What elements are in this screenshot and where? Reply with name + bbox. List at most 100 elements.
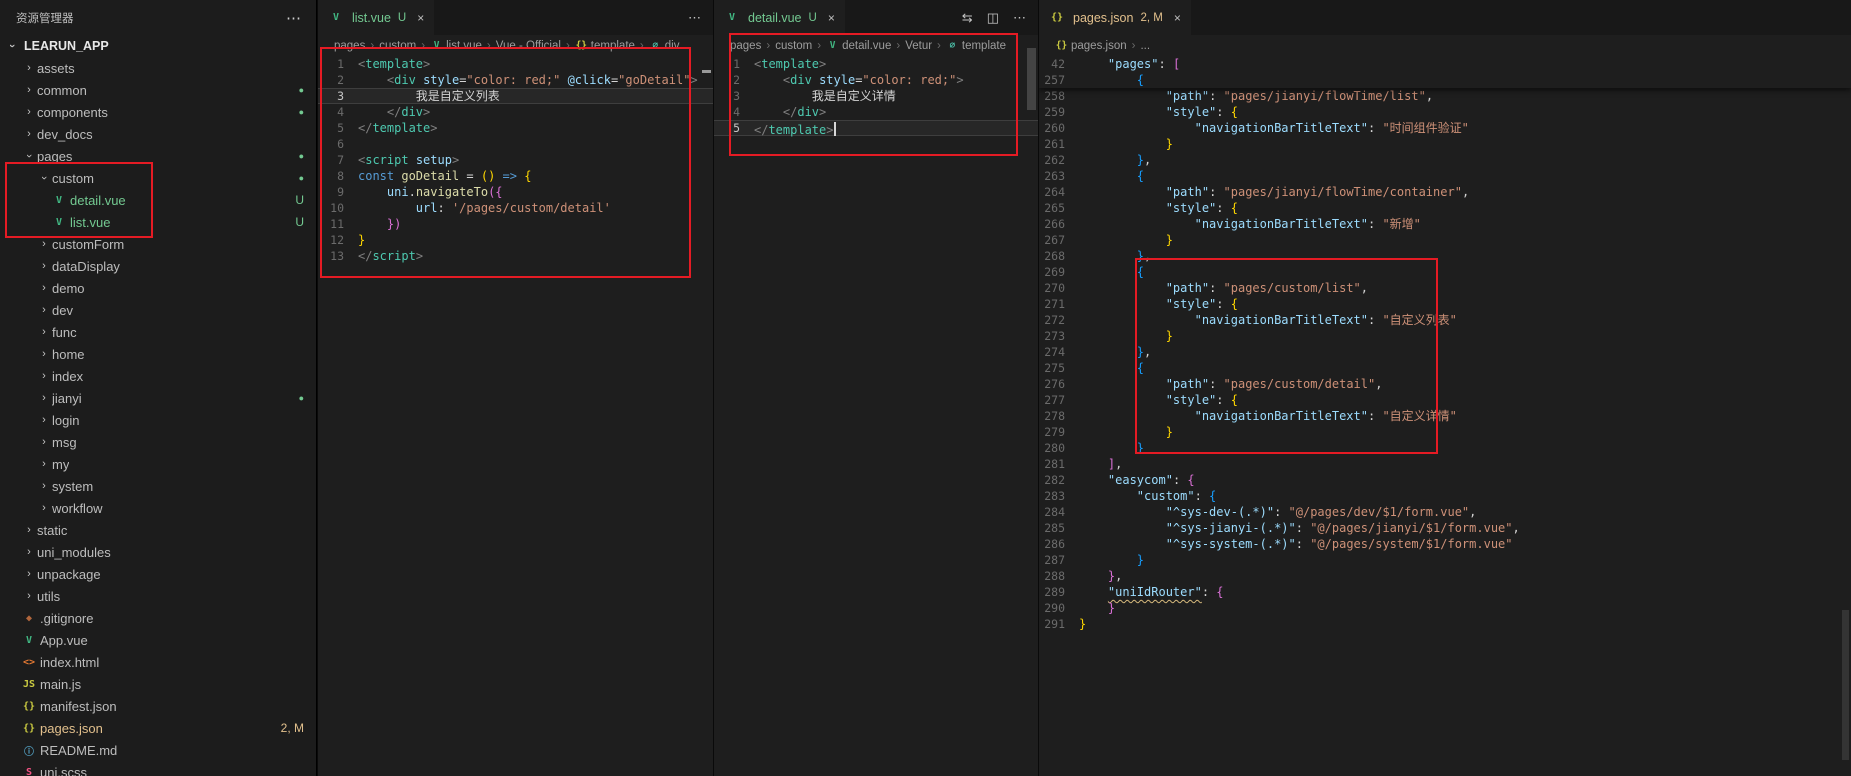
code-line-9[interactable]: 9 uni.navigateTo({ xyxy=(318,184,713,200)
tree-folder-static[interactable]: ›static xyxy=(0,519,316,541)
scrollbar-thumb[interactable] xyxy=(1842,610,1849,760)
code-line-279[interactable]: 279 } xyxy=(1039,424,1851,440)
code-line-258[interactable]: 258 "path": "pages/jianyi/flowTime/list"… xyxy=(1039,88,1851,104)
code-line-281[interactable]: 281 ], xyxy=(1039,456,1851,472)
close-icon[interactable]: × xyxy=(828,11,835,25)
tree-folder-unpackage[interactable]: ›unpackage xyxy=(0,563,316,585)
code-line-4[interactable]: 4 </div> xyxy=(714,104,1038,120)
code-line-280[interactable]: 280 } xyxy=(1039,440,1851,456)
tree-file-main.js[interactable]: JSmain.js xyxy=(0,673,316,695)
code-line-42[interactable]: 42 "pages": [ xyxy=(1039,56,1851,72)
code-line-264[interactable]: 264 "path": "pages/jianyi/flowTime/conta… xyxy=(1039,184,1851,200)
tab-pages.json[interactable]: {}pages.json2, M× xyxy=(1039,0,1191,35)
tree-folder-uni_modules[interactable]: ›uni_modules xyxy=(0,541,316,563)
code-line-11[interactable]: 11 }) xyxy=(318,216,713,232)
open-changes-icon[interactable]: ⇆ xyxy=(962,10,973,26)
code-line-291[interactable]: 291} xyxy=(1039,616,1851,632)
tab-detail.vue[interactable]: Vdetail.vueU× xyxy=(714,0,845,35)
breadcrumb-item[interactable]: Vue - Official xyxy=(496,40,561,52)
code-line-277[interactable]: 277 "style": { xyxy=(1039,392,1851,408)
tree-folder-workflow[interactable]: ›workflow xyxy=(0,497,316,519)
tree-folder-login[interactable]: ›login xyxy=(0,409,316,431)
code-line-285[interactable]: 285 "^sys-jianyi-(.*)": "@/pages/jianyi/… xyxy=(1039,520,1851,536)
code-line-257[interactable]: 257 { xyxy=(1039,72,1851,88)
tree-file-uni.scss[interactable]: Suni.scss xyxy=(0,761,316,776)
code-line-290[interactable]: 290 } xyxy=(1039,600,1851,616)
code-line-278[interactable]: 278 "navigationBarTitleText": "自定义详情" xyxy=(1039,408,1851,424)
code-line-262[interactable]: 262 }, xyxy=(1039,152,1851,168)
breadcrumb-item[interactable]: custom xyxy=(379,40,416,52)
breadcrumb-item[interactable]: {}template xyxy=(575,40,635,52)
code-line-5[interactable]: 5</template> xyxy=(318,120,713,136)
tree-folder-dev_docs[interactable]: ›dev_docs xyxy=(0,123,316,145)
breadcrumb-item[interactable]: custom xyxy=(775,40,812,52)
project-root-row[interactable]: › LEARUN_APP xyxy=(0,35,316,57)
code-line-3[interactable]: 3 我是自定义详情 xyxy=(714,88,1038,104)
tree-file-.gitignore[interactable]: ◆.gitignore xyxy=(0,607,316,629)
tree-folder-common[interactable]: ›common● xyxy=(0,79,316,101)
code-line-274[interactable]: 274 }, xyxy=(1039,344,1851,360)
tree-folder-demo[interactable]: ›demo xyxy=(0,277,316,299)
breadcrumb-item[interactable]: Vlist.vue xyxy=(430,40,482,52)
code-line-287[interactable]: 287 } xyxy=(1039,552,1851,568)
split-editor-icon[interactable]: ◫ xyxy=(987,10,999,26)
code-editor-detail-vue[interactable]: 1<template>2 <div style="color: red;">3 … xyxy=(714,56,1038,776)
code-line-6[interactable]: 6 xyxy=(318,136,713,152)
more-actions-icon[interactable]: ⋯ xyxy=(286,9,302,27)
breadcrumb-item[interactable]: ... xyxy=(1140,40,1150,52)
breadcrumb-item[interactable]: Vdetail.vue xyxy=(826,40,891,52)
code-line-1[interactable]: 1<template> xyxy=(714,56,1038,72)
tree-folder-my[interactable]: ›my xyxy=(0,453,316,475)
code-line-265[interactable]: 265 "style": { xyxy=(1039,200,1851,216)
tree-folder-utils[interactable]: ›utils xyxy=(0,585,316,607)
more-actions-icon[interactable]: ⋯ xyxy=(1013,10,1026,26)
code-line-8[interactable]: 8const goDetail = () => { xyxy=(318,168,713,184)
tree-file-pages.json[interactable]: {}pages.json2, M xyxy=(0,717,316,739)
code-line-266[interactable]: 266 "navigationBarTitleText": "新增" xyxy=(1039,216,1851,232)
code-line-5[interactable]: 5</template> xyxy=(714,120,1038,136)
breadcrumb-item[interactable]: pages xyxy=(334,40,365,52)
more-actions-icon[interactable]: ⋯ xyxy=(688,10,701,26)
code-line-13[interactable]: 13</script> xyxy=(318,248,713,264)
tree-file-README.md[interactable]: ⓘREADME.md xyxy=(0,739,316,761)
tree-folder-custom[interactable]: ›custom● xyxy=(0,167,316,189)
close-icon[interactable]: × xyxy=(1174,11,1181,25)
code-line-275[interactable]: 275 { xyxy=(1039,360,1851,376)
code-line-284[interactable]: 284 "^sys-dev-(.*)": "@/pages/dev/$1/for… xyxy=(1039,504,1851,520)
code-line-259[interactable]: 259 "style": { xyxy=(1039,104,1851,120)
tree-file-manifest.json[interactable]: {}manifest.json xyxy=(0,695,316,717)
tree-folder-func[interactable]: ›func xyxy=(0,321,316,343)
tree-folder-pages[interactable]: ›pages● xyxy=(0,145,316,167)
tree-folder-components[interactable]: ›components● xyxy=(0,101,316,123)
code-line-12[interactable]: 12} xyxy=(318,232,713,248)
code-editor-list-vue[interactable]: 1<template>2 <div style="color: red;" @c… xyxy=(318,56,713,776)
code-line-271[interactable]: 271 "style": { xyxy=(1039,296,1851,312)
code-line-263[interactable]: 263 { xyxy=(1039,168,1851,184)
tree-folder-home[interactable]: ›home xyxy=(0,343,316,365)
code-line-7[interactable]: 7<script setup> xyxy=(318,152,713,168)
code-line-2[interactable]: 2 <div style="color: red;"> xyxy=(714,72,1038,88)
code-line-273[interactable]: 273 } xyxy=(1039,328,1851,344)
tree-folder-assets[interactable]: ›assets xyxy=(0,57,316,79)
tree-folder-system[interactable]: ›system xyxy=(0,475,316,497)
code-line-282[interactable]: 282 "easycom": { xyxy=(1039,472,1851,488)
code-line-3[interactable]: 3 我是自定义列表 xyxy=(318,88,713,104)
code-line-269[interactable]: 269 { xyxy=(1039,264,1851,280)
breadcrumb-item[interactable]: Vetur xyxy=(905,40,932,52)
tree-folder-dev[interactable]: ›dev xyxy=(0,299,316,321)
close-icon[interactable]: × xyxy=(417,11,424,25)
code-line-1[interactable]: 1<template> xyxy=(318,56,713,72)
tree-file-index.html[interactable]: <>index.html xyxy=(0,651,316,673)
tree-folder-index[interactable]: ›index xyxy=(0,365,316,387)
code-editor-pages-json[interactable]: 42 "pages": [257 {258 "path": "pages/jia… xyxy=(1039,56,1851,776)
code-line-286[interactable]: 286 "^sys-system-(.*)": "@/pages/system/… xyxy=(1039,536,1851,552)
code-line-289[interactable]: 289 "uniIdRouter": { xyxy=(1039,584,1851,600)
code-line-10[interactable]: 10 url: '/pages/custom/detail' xyxy=(318,200,713,216)
breadcrumb-item[interactable]: ∅div xyxy=(649,40,680,52)
scrollbar-thumb[interactable] xyxy=(1027,48,1036,110)
code-line-4[interactable]: 4 </div> xyxy=(318,104,713,120)
tree-folder-jianyi[interactable]: ›jianyi● xyxy=(0,387,316,409)
breadcrumb-item[interactable]: pages xyxy=(730,40,761,52)
tree-file-App.vue[interactable]: VApp.vue xyxy=(0,629,316,651)
tab-list.vue[interactable]: Vlist.vueU× xyxy=(318,0,434,35)
